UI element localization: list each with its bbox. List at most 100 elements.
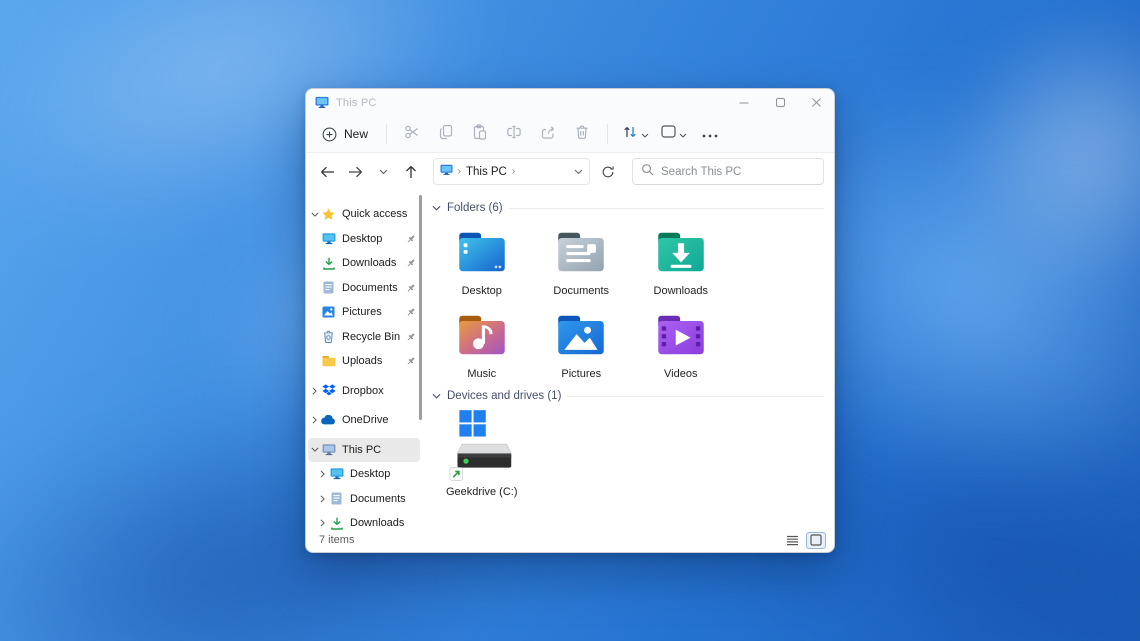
sidebar-item-dropbox[interactable]: Dropbox [308, 379, 420, 404]
chevron-right-icon[interactable] [316, 495, 329, 503]
document-page-icon [329, 492, 344, 505]
folder-downloads-teal-icon [658, 232, 704, 272]
folder-label: Pictures [561, 368, 602, 380]
star-icon [321, 208, 336, 221]
sidebar-item-desktop[interactable]: Desktop [308, 227, 420, 252]
folders-grid: Desktop Documents Downloads Music Pictur… [432, 218, 828, 384]
folder-desktop-blue-icon [459, 232, 505, 272]
download-arrow-icon [329, 517, 344, 530]
drives-group-header[interactable]: Devices and drives (1) [432, 390, 828, 402]
sidebar-item-documents[interactable]: Documents [308, 276, 420, 301]
navigation-bar: › This PC › [306, 153, 834, 190]
chevron-right-icon[interactable] [308, 416, 321, 424]
drives-group-label: Devices and drives (1) [447, 390, 562, 402]
sidebar-item-label: Quick access [342, 208, 408, 221]
sidebar-item-label: Pictures [342, 306, 382, 319]
sidebar-item-label: Uploads [342, 355, 383, 368]
folder-tile-downloads[interactable]: Downloads [631, 218, 731, 301]
items-count: 7 items [319, 534, 355, 546]
sort-arrows-icon [622, 124, 638, 145]
chevron-down-icon[interactable] [308, 447, 321, 453]
folder-tile-music[interactable]: Music [432, 301, 532, 384]
group-header-rule [508, 207, 824, 209]
folder-label: Desktop [461, 285, 502, 297]
cut-button[interactable] [395, 121, 429, 147]
toolbar-separator [607, 124, 609, 144]
command-toolbar: New [306, 116, 834, 153]
chevron-right-icon[interactable] [308, 387, 321, 395]
pin-icon [406, 307, 416, 317]
back-button[interactable] [316, 159, 340, 185]
refresh-button[interactable] [596, 159, 620, 185]
search-input[interactable] [661, 165, 816, 178]
chevron-right-icon[interactable] [316, 470, 329, 478]
sort-button[interactable] [616, 121, 655, 147]
large-thumbnails-view-button[interactable] [806, 531, 826, 549]
folder-tile-desktop[interactable]: Desktop [432, 218, 532, 301]
this-pc-monitor-icon [315, 96, 329, 109]
chevron-down-icon[interactable] [432, 205, 441, 211]
chevron-down-icon[interactable] [432, 393, 441, 399]
rename-button[interactable] [497, 121, 531, 147]
sidebar-item-downloads[interactable]: Downloads [308, 251, 420, 276]
sidebar-item-label: This PC [342, 443, 382, 456]
this-pc-monitor-icon [321, 444, 336, 456]
address-bar[interactable]: › This PC › [432, 158, 591, 185]
sidebar-item-recycle-bin[interactable]: Recycle Bin [308, 325, 420, 350]
recent-locations-button[interactable] [371, 159, 395, 185]
search-box[interactable] [632, 158, 825, 185]
forward-button[interactable] [344, 159, 368, 185]
breadcrumb-this-pc[interactable]: This PC [466, 166, 507, 178]
chevron-down-icon [641, 125, 649, 143]
paste-button[interactable] [463, 121, 497, 147]
details-view-button[interactable] [782, 532, 802, 549]
folders-group-header[interactable]: Folders (6) [432, 202, 828, 214]
this-pc-monitor-icon [440, 163, 453, 181]
see-more-ellipsis-icon [702, 125, 718, 143]
sidebar-item-label: Downloads [342, 257, 397, 270]
title-bar[interactable]: This PC [306, 89, 834, 116]
folder-music-orange-purple-icon [459, 315, 505, 355]
folder-label: Videos [664, 368, 698, 380]
sidebar-item-quick-access[interactable]: Quick access [308, 202, 420, 227]
chevron-down-icon [379, 169, 388, 174]
folder-label: Downloads [653, 285, 708, 297]
group-header-rule [567, 395, 824, 397]
folders-group-label: Folders (6) [447, 202, 503, 214]
share-button[interactable] [531, 121, 565, 147]
folder-tile-documents[interactable]: Documents [532, 218, 632, 301]
view-layout-icon [661, 125, 676, 143]
drive-tile-geekdrive[interactable]: Geekdrive (C:) [432, 406, 532, 498]
sidebar-item-pictures[interactable]: Pictures [308, 300, 420, 325]
see-more-button[interactable] [693, 121, 727, 147]
file-list-area: Folders (6) Desktop Documents Downloads … [424, 190, 834, 530]
maximize-button[interactable] [762, 89, 798, 116]
desktop-wallpaper: This PC New › This PC › Search This PC Q… [0, 0, 1140, 641]
address-dropdown-chevron-icon[interactable] [574, 169, 583, 175]
arrow-up-icon [405, 165, 416, 178]
sidebar-scrollbar[interactable] [419, 195, 422, 420]
sidebar-item-label: Recycle Bin [342, 330, 401, 343]
up-button[interactable] [399, 159, 423, 185]
minimize-button[interactable] [726, 89, 762, 116]
chevron-right-icon[interactable] [316, 519, 329, 527]
chevron-down-icon[interactable] [308, 212, 321, 217]
folder-tile-pictures[interactable]: Pictures [532, 301, 632, 384]
sidebar-item-this-pc[interactable]: This PC [308, 437, 420, 462]
sidebar-item-label: OneDrive [342, 414, 389, 427]
view-button[interactable] [655, 121, 693, 147]
folder-pictures-blue-icon [558, 315, 604, 355]
sidebar-item-onedrive[interactable]: OneDrive [308, 408, 420, 433]
copy-button[interactable] [429, 121, 463, 147]
close-button[interactable] [798, 89, 834, 116]
folder-tile-videos[interactable]: Videos [631, 301, 731, 384]
new-button[interactable]: New [314, 122, 378, 147]
windows-hard-drive-icon [449, 410, 512, 481]
sidebar-item-this-pc-documents[interactable]: Documents [308, 487, 420, 512]
toolbar-separator [386, 124, 388, 144]
delete-button[interactable] [565, 121, 599, 147]
sidebar-item-this-pc-desktop[interactable]: Desktop [308, 462, 420, 487]
sidebar-item-this-pc-downloads[interactable]: Downloads [308, 511, 420, 530]
sidebar-item-uploads[interactable]: Uploads [308, 349, 420, 374]
chevron-down-icon [679, 125, 687, 143]
